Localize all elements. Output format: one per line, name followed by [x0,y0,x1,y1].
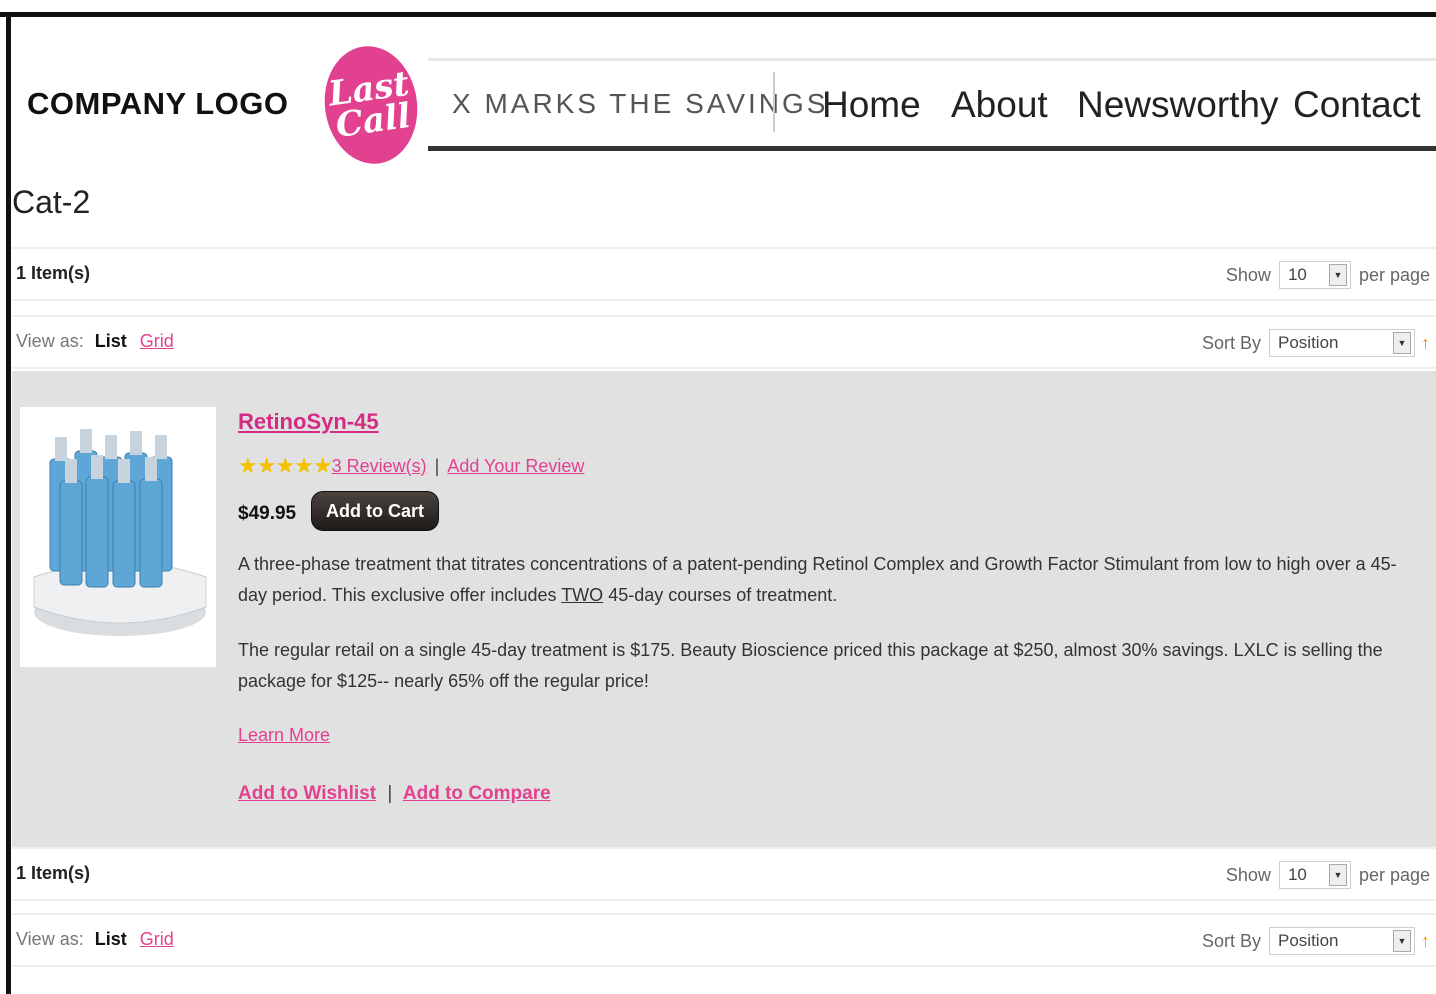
sort-by-label: Sort By [1201,930,1261,951]
dropdown-arrow-icon: ▼ [1393,332,1411,354]
view-grid-link[interactable]: Grid [140,929,174,949]
sort-direction-arrow-icon[interactable]: ↑ [1421,333,1430,354]
product-rating: ★★★★★ 3 Review(s) | Add Your Review [238,453,584,479]
per-page-select[interactable]: 10 ▼ [1278,261,1351,289]
frame-left-border [6,12,11,994]
action-links-separator: | [387,783,393,804]
tagline: X MARKS THE SAVINGS [452,88,829,119]
add-to-cart-button[interactable]: Add to Cart [311,491,439,531]
sorter-top: View as: List Grid Sort By Position ▼ ↑ [12,315,1436,369]
view-grid-link[interactable]: Grid [140,331,174,351]
show-label: Show [1225,264,1271,285]
items-count: 1 Item(s) [16,263,91,283]
dropdown-arrow-icon: ▼ [1393,930,1411,952]
per-page-label: per page [1358,864,1430,885]
pager-bottom: 1 Item(s) Show 10 ▼ per page [12,847,1436,901]
product-description-2: The regular retail on a single 45-day tr… [238,640,1383,691]
add-to-compare-link[interactable]: Add to Compare [403,783,551,804]
show-label: Show [1225,864,1271,885]
per-page-value: 10 [1287,865,1307,884]
product-list-item: RetinoSyn-45 ★★★★★ 3 Review(s) | Add You… [12,371,1436,849]
serum-bottles-illustration [20,407,216,667]
nav-top-rule [428,58,1436,61]
view-list-current: List [94,331,127,351]
sort-direction-arrow-icon[interactable]: ↑ [1421,931,1430,952]
product-description-1: A three-phase treatment that titrates co… [238,549,1418,611]
dropdown-arrow-icon: ▼ [1328,264,1347,286]
sorter-bottom: View as: List Grid Sort By Position ▼ ↑ [12,913,1436,967]
learn-more-link[interactable]: Learn More [238,725,330,746]
desc-emphasis: TWO [561,585,604,605]
page-title: Cat-2 [12,184,91,220]
sort-by-label: Sort By [1201,332,1261,353]
sort-value: Position [1278,333,1339,352]
product-image[interactable] [20,407,216,667]
sort-select[interactable]: Position ▼ [1269,927,1415,955]
per-page-value: 10 [1287,265,1307,284]
nav-newsworthy[interactable]: Newsworthy [1077,84,1279,126]
view-as-label: View as: [16,331,84,351]
view-as-label: View as: [16,929,84,949]
rating-stars-icon: ★★★★★ [238,453,333,478]
per-page-select[interactable]: 10 ▼ [1278,861,1351,889]
nav-home[interactable]: Home [822,84,921,126]
frame-top-border [0,12,1436,17]
pager-top: 1 Item(s) Show 10 ▼ per page [12,247,1436,301]
rating-separator: | [434,455,440,476]
reviews-link[interactable]: 3 Review(s) [332,456,427,477]
add-review-link[interactable]: Add Your Review [447,456,584,477]
product-price: $49.95 [238,503,297,524]
nav-bottom-rule [428,146,1436,151]
badge-line-2: Call [333,95,414,146]
sort-select[interactable]: Position ▼ [1269,329,1415,357]
items-count: 1 Item(s) [16,863,91,883]
per-page-label: per page [1358,264,1430,285]
nav-contact[interactable]: Contact [1293,84,1421,126]
product-action-links: Add to Wishlist | Add to Compare [238,783,551,805]
company-logo[interactable]: COMPANY LOGO [27,86,288,122]
product-name-link[interactable]: RetinoSyn-45 [238,409,379,435]
add-to-wishlist-link[interactable]: Add to Wishlist [238,783,376,804]
nav-divider [773,72,775,132]
desc-text-end: 45-day courses of treatment. [603,585,838,605]
view-list-current: List [94,929,127,949]
sort-value: Position [1278,931,1339,950]
last-call-badge[interactable]: Last Call [317,40,425,170]
dropdown-arrow-icon: ▼ [1328,864,1347,886]
nav-about[interactable]: About [951,84,1048,126]
